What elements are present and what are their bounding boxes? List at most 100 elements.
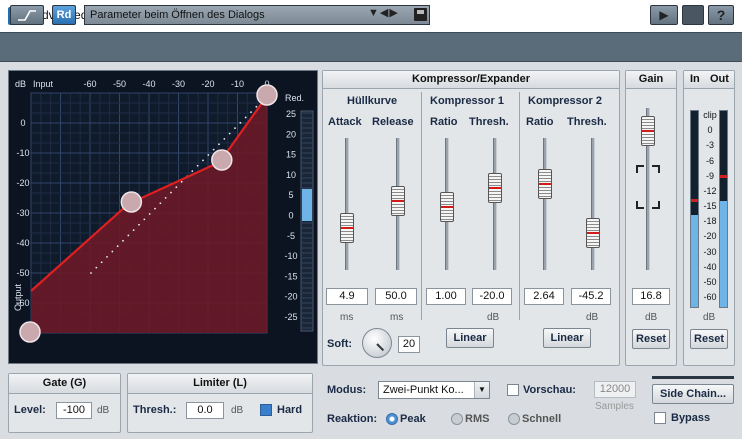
gain-bracket (652, 165, 660, 173)
schnell-radio[interactable] (508, 413, 520, 425)
comp1-ratio-field[interactable]: 1.00 (426, 288, 466, 305)
samples-field[interactable]: 12000 (594, 381, 636, 398)
graph-top-tick: -30 (172, 79, 185, 89)
modus-label: Modus: (327, 384, 367, 396)
limiter-thresh-field[interactable]: 0.0 (186, 402, 224, 419)
graph-left-tick: 0 (20, 118, 25, 128)
signal-dot (207, 154, 210, 156)
limiter-unit: dB (231, 405, 244, 416)
signal-dot (196, 164, 199, 167)
attack-slider-thumb[interactable] (340, 212, 354, 243)
sidechain-button[interactable]: Side Chain... (652, 384, 734, 404)
hard-label: Hard (277, 404, 303, 416)
comp2-linear-button[interactable]: Linear (543, 328, 591, 348)
comp2-thresh-slider-track[interactable] (591, 138, 595, 270)
io-scale-label: -12 (703, 185, 717, 196)
reduction-tick: 15 (286, 150, 296, 160)
signal-dot (116, 245, 119, 248)
input-meter-fill (691, 214, 698, 307)
signal-dot (239, 121, 242, 124)
io-scale-label: -6 (705, 155, 714, 166)
signal-dot (122, 239, 124, 242)
signal-dot (132, 229, 135, 231)
save-disk-icon[interactable] (414, 8, 427, 21)
signal-dot (191, 170, 194, 172)
chevron-down-icon: ▼ (474, 382, 489, 398)
release-unit: ms (390, 312, 404, 323)
soft-label: Soft: (327, 338, 353, 350)
input-peak-marker (691, 199, 698, 202)
reduction-tick: 10 (286, 170, 296, 180)
out-label: Out (710, 73, 729, 85)
comp2-ratio-field[interactable]: 2.64 (524, 288, 564, 305)
reduction-tick: -5 (287, 231, 295, 241)
divider (421, 92, 422, 320)
soft-knob[interactable] (362, 328, 392, 358)
comp2-thresh-slider-thumb[interactable] (586, 218, 600, 249)
curve-mode-button[interactable] (10, 5, 44, 25)
graph-top-tick: -40 (142, 79, 155, 89)
comp2-title: Kompressor 2 (528, 95, 602, 107)
gain-value-field[interactable]: 16.8 (632, 288, 670, 305)
bypass-checkbox[interactable] (654, 412, 666, 424)
comp1-linear-button[interactable]: Linear (446, 328, 494, 348)
envelope-title: Hüllkurve (347, 95, 398, 107)
graph-top-tick: -20 (201, 79, 214, 89)
signal-dot (138, 223, 140, 226)
comp1-thresh-label: Thresh. (469, 116, 509, 128)
signal-dot (90, 272, 92, 274)
peak-radio[interactable] (386, 413, 398, 425)
io-scale-label: clip (703, 110, 717, 120)
hard-checkbox[interactable] (260, 404, 272, 416)
reduction-label: Red. (285, 93, 304, 103)
comp1-thresh-slider-track[interactable] (493, 138, 497, 270)
graph-left-tick: -10 (16, 148, 29, 158)
gate-title: Gate (G) (9, 374, 120, 394)
comp1-thresh-slider-thumb[interactable] (488, 173, 502, 204)
reduction-tick: 20 (286, 129, 296, 139)
soft-value-field[interactable]: 20 (398, 336, 420, 353)
reduction-tick: -10 (284, 251, 297, 261)
reduction-meter-fill (302, 189, 312, 221)
graph-top-tick: -60 (83, 79, 96, 89)
preset-nav-arrows[interactable]: ▼◀▶ (368, 6, 399, 19)
rd-button[interactable]: Rd (52, 5, 76, 25)
io-scale-label: -18 (703, 216, 717, 227)
gain-reset-button[interactable]: Reset (632, 329, 670, 349)
curve-icon (18, 10, 36, 21)
comp2-ratio-label: Ratio (526, 116, 554, 128)
graph-left-tick: -50 (16, 268, 29, 278)
toolbar-blank-button[interactable] (682, 5, 704, 25)
transfer-curve-graph[interactable]: dB Input -60 -50 -40 -30 -20 -10 0 0 -10 -20 -30 -40 -… (8, 70, 318, 364)
play-button[interactable]: ▶ (650, 5, 678, 25)
vorschau-checkbox[interactable] (507, 384, 519, 396)
rms-radio[interactable] (451, 413, 463, 425)
comp1-thresh-field[interactable]: -20.0 (472, 288, 512, 305)
comp1-title: Kompressor 1 (430, 95, 504, 107)
signal-dot (234, 127, 236, 130)
attack-slider-track[interactable] (345, 138, 349, 270)
release-value-field[interactable]: 50.0 (375, 288, 417, 305)
gain-bracket (636, 201, 644, 209)
comp2-thresh-field[interactable]: -45.2 (571, 288, 611, 305)
io-reset-button[interactable]: Reset (690, 329, 728, 349)
comp2-ratio-slider-thumb[interactable] (538, 169, 552, 200)
release-slider-thumb[interactable] (391, 186, 405, 217)
point-1-handle (211, 149, 233, 171)
signal-dot (250, 111, 252, 113)
signal-dot (148, 213, 151, 215)
comp2-ratio-slider-track[interactable] (543, 138, 547, 270)
gain-slider-thumb[interactable] (641, 115, 655, 146)
comp1-ratio-slider-thumb[interactable] (440, 191, 454, 222)
vorschau-label: Vorschau: (523, 384, 576, 396)
signal-dot (127, 234, 130, 237)
io-scale-label: -30 (703, 246, 717, 257)
reduction-tick: 5 (288, 190, 293, 200)
signal-dot (95, 266, 98, 269)
io-scale-label: -15 (703, 201, 717, 211)
gate-level-field[interactable]: -100 (56, 402, 92, 419)
graph-left-tick: -20 (16, 178, 29, 188)
attack-value-field[interactable]: 4.9 (326, 288, 368, 305)
modus-select[interactable]: Zwei-Punkt Ko... ▼ (378, 381, 490, 399)
help-button[interactable]: ? (708, 5, 734, 25)
